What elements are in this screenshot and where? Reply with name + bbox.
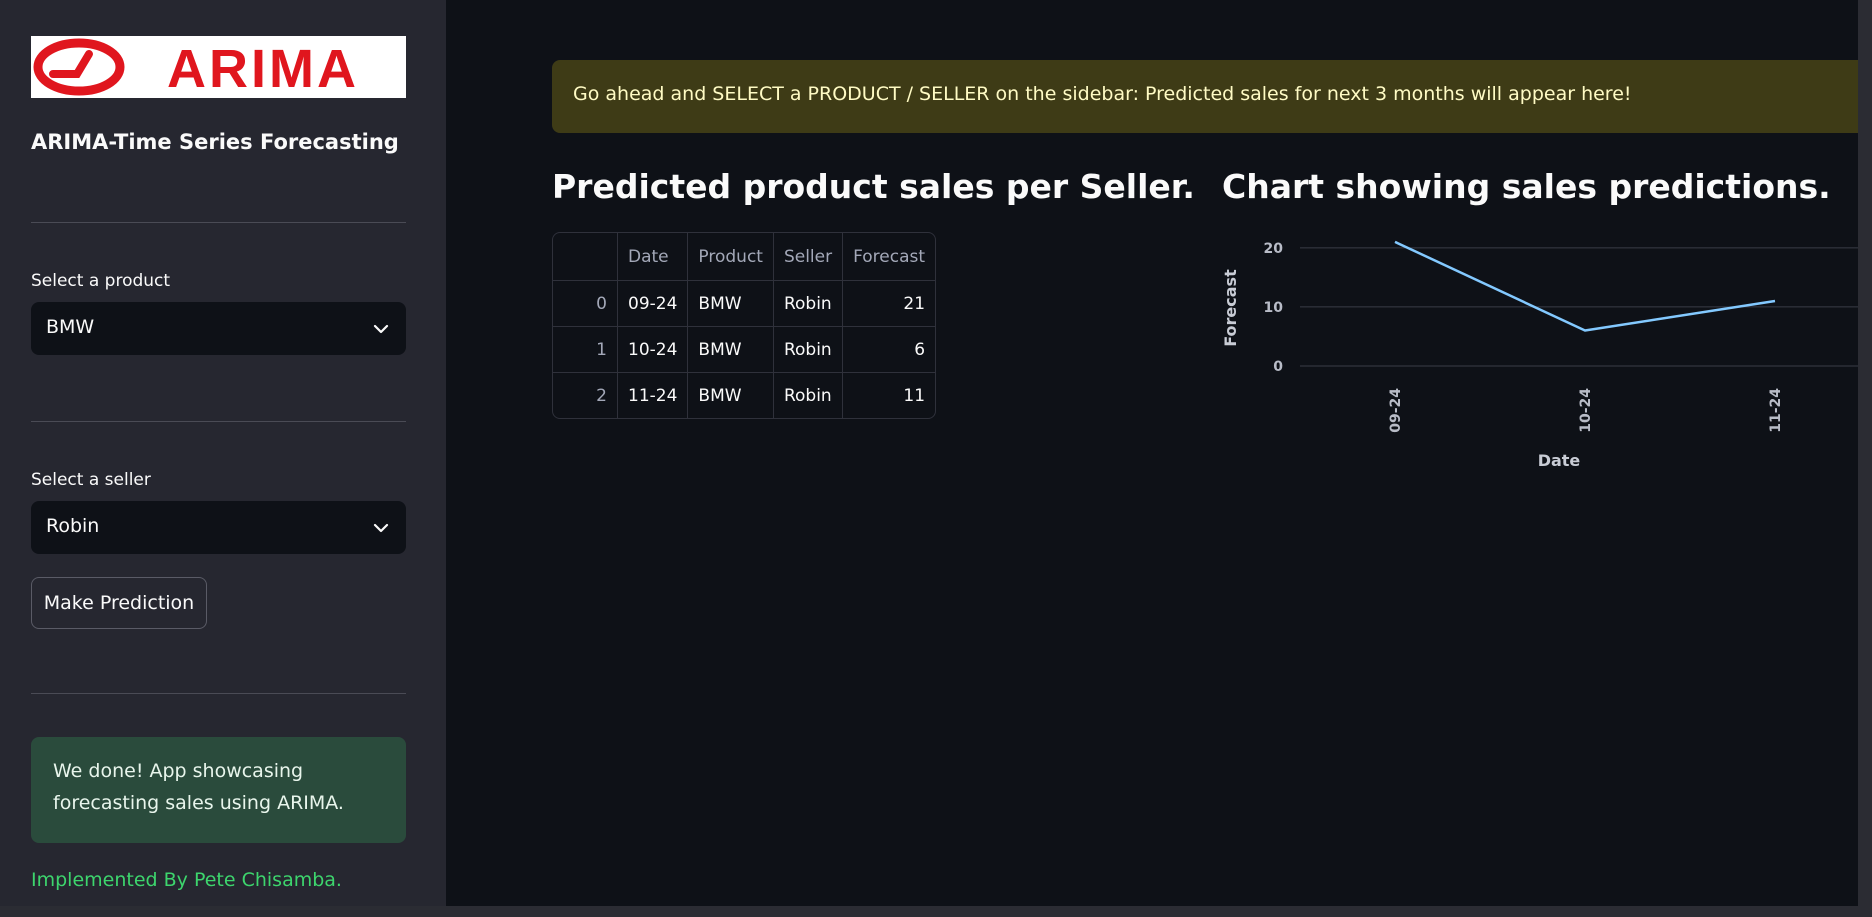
table-heading: Predicted product sales per Seller. [552, 167, 1195, 206]
logo-wordmark: ARIMA [167, 39, 359, 98]
row-index: 2 [553, 373, 618, 418]
product-select-value: BMW [46, 316, 95, 338]
product-select[interactable]: BMW [31, 302, 406, 355]
divider [31, 421, 406, 422]
table-row: 0 09-24 BMW Robin 21 [553, 281, 936, 327]
author-credit: Implemented By Pete Chisamba. [31, 869, 342, 891]
table-header-forecast[interactable]: Forecast [843, 233, 936, 281]
table-cell-seller[interactable]: Robin [773, 327, 844, 373]
table-header-index [553, 233, 618, 281]
table-cell-product[interactable]: BMW [688, 373, 774, 418]
divider [31, 693, 406, 694]
make-prediction-button[interactable]: Make Prediction [31, 577, 207, 629]
table-header-product[interactable]: Product [688, 233, 774, 281]
series-line [1394, 240, 1776, 332]
x-tick-label: 10-24 [1578, 388, 1594, 433]
product-select-label: Select a product [31, 271, 171, 291]
table-cell-date[interactable]: 09-24 [618, 281, 689, 327]
table-cell-date[interactable]: 10-24 [618, 327, 689, 373]
table-cell-forecast[interactable]: 21 [843, 281, 936, 327]
y-tick-label: 0 [1273, 359, 1283, 375]
table-header-date[interactable]: Date [618, 233, 689, 281]
x-tick-label: 11-24 [1768, 388, 1784, 433]
table-row: 2 11-24 BMW Robin 11 [553, 373, 935, 418]
table-cell-date[interactable]: 11-24 [618, 373, 689, 418]
window-edge [1858, 0, 1872, 917]
taskbar-strip [0, 906, 1872, 917]
seller-select[interactable]: Robin [31, 501, 406, 554]
table-header-seller[interactable]: Seller [773, 233, 844, 281]
table-row: 1 10-24 BMW Robin 6 [553, 327, 936, 373]
table-cell-forecast[interactable]: 11 [843, 373, 935, 418]
app-title: ARIMA-Time Series Forecasting [31, 130, 399, 154]
forecast-line-chart[interactable]: 0 10 20 09-24 10-24 11-24 Date Forecast [1215, 226, 1858, 486]
seller-select-value: Robin [46, 515, 100, 537]
y-axis-label: Forecast [1221, 269, 1240, 347]
arima-logo: ARIMA [31, 36, 406, 98]
x-tick-label: 09-24 [1388, 388, 1404, 433]
chevron-down-icon [373, 523, 389, 533]
seller-select-label: Select a seller [31, 470, 151, 490]
table-cell-product[interactable]: BMW [688, 327, 774, 373]
success-alert: We done! App showcasing forecasting sale… [31, 737, 406, 843]
chart-heading: Chart showing sales predictions. [1222, 167, 1831, 206]
row-index: 0 [553, 281, 618, 327]
info-alert: Go ahead and SELECT a PRODUCT / SELLER o… [552, 60, 1858, 133]
y-tick-label: 20 [1264, 241, 1284, 257]
sidebar: ARIMA ARIMA-Time Series Forecasting Sele… [0, 0, 446, 906]
chevron-down-icon [373, 324, 389, 334]
y-tick-label: 10 [1264, 300, 1284, 316]
app-window: ARIMA ARIMA-Time Series Forecasting Sele… [0, 0, 1858, 906]
row-index: 1 [553, 327, 618, 373]
forecast-table[interactable]: Date Product Seller Forecast 0 09-24 BMW… [552, 232, 937, 419]
table-cell-product[interactable]: BMW [688, 281, 774, 327]
table-header-row: Date Product Seller Forecast [553, 233, 936, 281]
divider [31, 222, 406, 223]
x-axis-label: Date [1538, 451, 1581, 470]
table-cell-forecast[interactable]: 6 [843, 327, 936, 373]
table-cell-seller[interactable]: Robin [773, 281, 844, 327]
table-cell-seller[interactable]: Robin [774, 373, 844, 418]
